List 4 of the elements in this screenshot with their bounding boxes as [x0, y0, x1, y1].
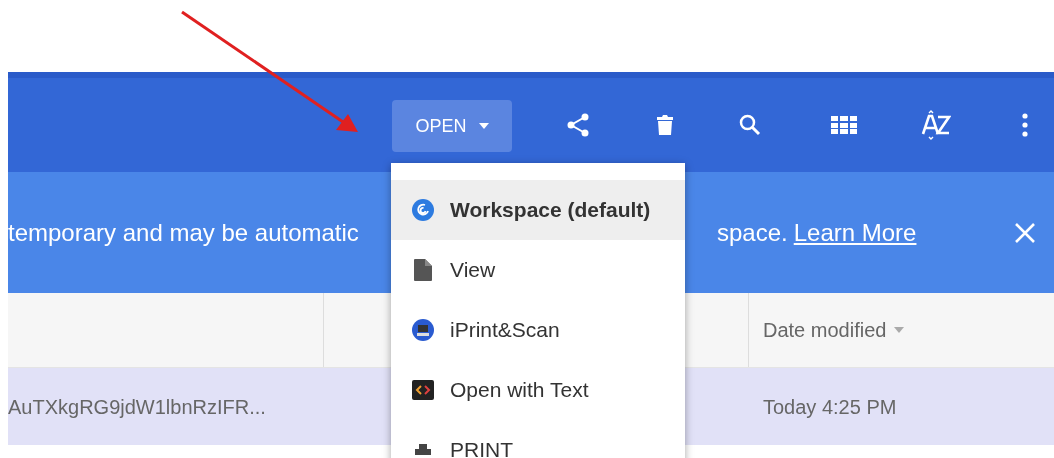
date-cell-text: Today 4:25 PM [763, 394, 897, 420]
banner-text: temporary and may be automatic [8, 217, 360, 248]
file-name: AuTXkgRG9jdW1lbnRzIFR... [8, 395, 266, 418]
banner-text: space. [717, 217, 788, 248]
